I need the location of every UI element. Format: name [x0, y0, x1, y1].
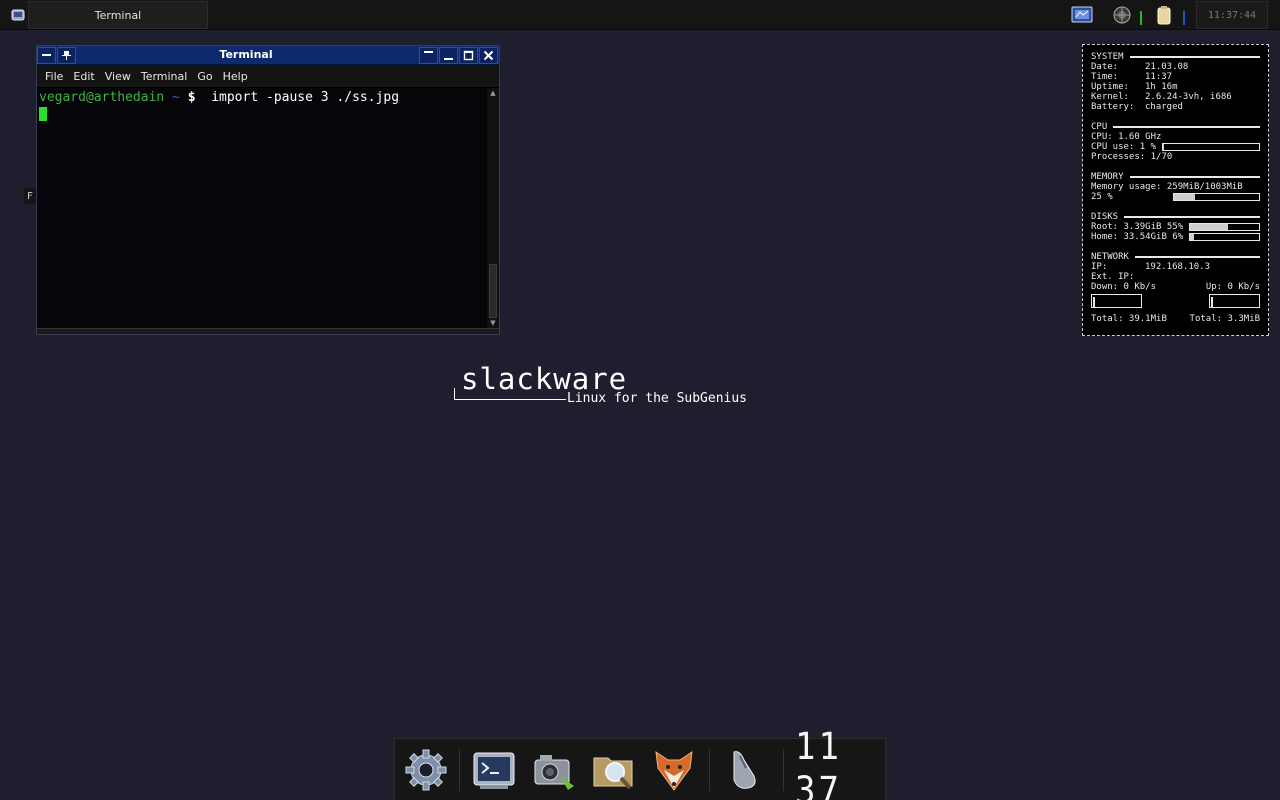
minimize-icon[interactable] [439, 47, 458, 64]
memory-percent-row: 25 % [1091, 192, 1260, 202]
memory-bar-fill [1173, 194, 1196, 200]
root-disk-row: Root: 3.39GiB 55% [1091, 222, 1260, 232]
system-monitor: SYSTEM Date: 21.03.08 Time: 11:37 Uptime: 1… [1082, 44, 1269, 336]
dock: 11 37 [394, 725, 886, 800]
shade-icon[interactable] [419, 47, 438, 64]
prompt-user: vegard@arthedain [39, 90, 165, 105]
memory-bar [1172, 193, 1260, 201]
display-settings-icon[interactable] [1070, 3, 1094, 27]
cpu-use-bar [1162, 143, 1260, 151]
system-heading: SYSTEM [1091, 52, 1260, 62]
memory-usage: Memory usage: 259MiB/1003MiB [1091, 182, 1243, 192]
maximize-icon[interactable] [459, 47, 478, 64]
down-speed: Down: 0 Kb/s [1091, 282, 1157, 292]
battery-icon[interactable] [1152, 3, 1176, 27]
panel-clock[interactable]: 11:37:44 [1196, 1, 1268, 29]
disks-heading: DISKS [1091, 212, 1260, 222]
scroll-up-arrow-icon[interactable]: ▲ [487, 88, 499, 98]
left-edge-tag[interactable]: F [24, 188, 36, 204]
close-icon[interactable] [479, 47, 498, 64]
ext-ip-row: Ext. IP: [1091, 272, 1135, 282]
cpu-use-bar-fill [1163, 144, 1164, 150]
menu-help[interactable]: Help [223, 70, 248, 83]
net-total-row: Total: 39.1MiB Total: 3.3MiB [1091, 314, 1260, 324]
total-up: Total: 3.3MiB [1189, 314, 1260, 324]
firefox-icon[interactable] [649, 745, 699, 795]
terminal-titlebar[interactable]: Terminal [37, 46, 499, 65]
menu-view[interactable]: View [105, 70, 131, 83]
uptime-row: Uptime: 1h 16m [1091, 82, 1178, 92]
prompt-symbol: $ [187, 90, 196, 105]
ip-row: IP: 192.168.10.3 [1091, 262, 1211, 272]
home-disk-bar [1189, 233, 1260, 241]
date-row: Date: 21.03.08 [1091, 62, 1189, 72]
battery-row: Battery: charged [1091, 102, 1183, 112]
window-title: Terminal [219, 48, 273, 61]
vertical-scrollbar[interactable]: ▲ ▼ [487, 88, 499, 328]
mouse-icon[interactable] [719, 745, 769, 795]
wallpaper-tagline: Linux for the SubGenius [567, 391, 748, 406]
download-graph [1091, 294, 1142, 308]
cpu-freq: CPU: 1.60 GHz [1091, 132, 1162, 142]
network-level-indicator [1140, 11, 1142, 25]
top-panel: Terminal 11:37:44 [0, 0, 1280, 30]
cpu-use-row: CPU use: 1 % [1091, 142, 1260, 152]
screenshot-camera-icon[interactable] [529, 745, 579, 795]
menu-terminal[interactable]: Terminal [141, 70, 188, 83]
net-graphs [1091, 294, 1260, 310]
total-down: Total: 39.1MiB [1091, 314, 1167, 324]
battery-level-indicator [1183, 11, 1185, 25]
home-disk-bar-fill [1190, 234, 1195, 240]
upload-graph [1209, 294, 1260, 308]
up-speed: Up: 0 Kb/s [1205, 282, 1260, 292]
root-disk-bar [1189, 223, 1260, 231]
home-disk-row: Home: 33.54GiB 6% [1091, 232, 1260, 242]
cpu-heading: CPU [1091, 122, 1260, 132]
processes-row: Processes: 1/70 [1091, 152, 1173, 162]
prompt-dir: ~ [172, 90, 180, 105]
terminal-output[interactable]: vegard@arthedain ~ $ import -pause 3 ./s… [37, 88, 487, 328]
taskbar-entry-terminal[interactable]: Terminal [28, 1, 208, 29]
kernel-row: Kernel: 2.6.24-3vh, i686 [1091, 92, 1232, 102]
menu-file[interactable]: File [45, 70, 63, 83]
network-heading: NETWORK [1091, 252, 1260, 262]
time-row: Time: 11:37 [1091, 72, 1173, 82]
menu-edit[interactable]: Edit [73, 70, 94, 83]
prompt-line: vegard@arthedain ~ $ import -pause 3 ./s… [39, 90, 487, 106]
window-bottom-border[interactable] [37, 328, 499, 334]
root-disk-bar-fill [1190, 224, 1228, 230]
terminal-window: Terminal File Edit View Terminal Go Help… [36, 45, 500, 335]
pin-icon[interactable] [57, 47, 76, 64]
settings-gear-icon[interactable] [401, 745, 451, 795]
memory-heading: MEMORY [1091, 172, 1260, 182]
command-text: import -pause 3 ./ss.jpg [211, 90, 400, 105]
text-cursor [39, 107, 47, 121]
dock-clock[interactable]: 11 37 [795, 725, 881, 800]
net-speed-row: Down: 0 Kb/s Up: 0 Kb/s [1091, 282, 1260, 292]
scroll-down-arrow-icon[interactable]: ▼ [487, 318, 499, 328]
network-icon[interactable] [1110, 3, 1134, 27]
scrollbar-thumb[interactable] [489, 264, 497, 318]
window-menu-icon[interactable] [37, 47, 56, 64]
file-search-icon[interactable] [589, 745, 639, 795]
terminal-icon[interactable] [469, 745, 519, 795]
terminal-menubar: File Edit View Terminal Go Help [37, 65, 499, 88]
menu-go[interactable]: Go [197, 70, 212, 83]
